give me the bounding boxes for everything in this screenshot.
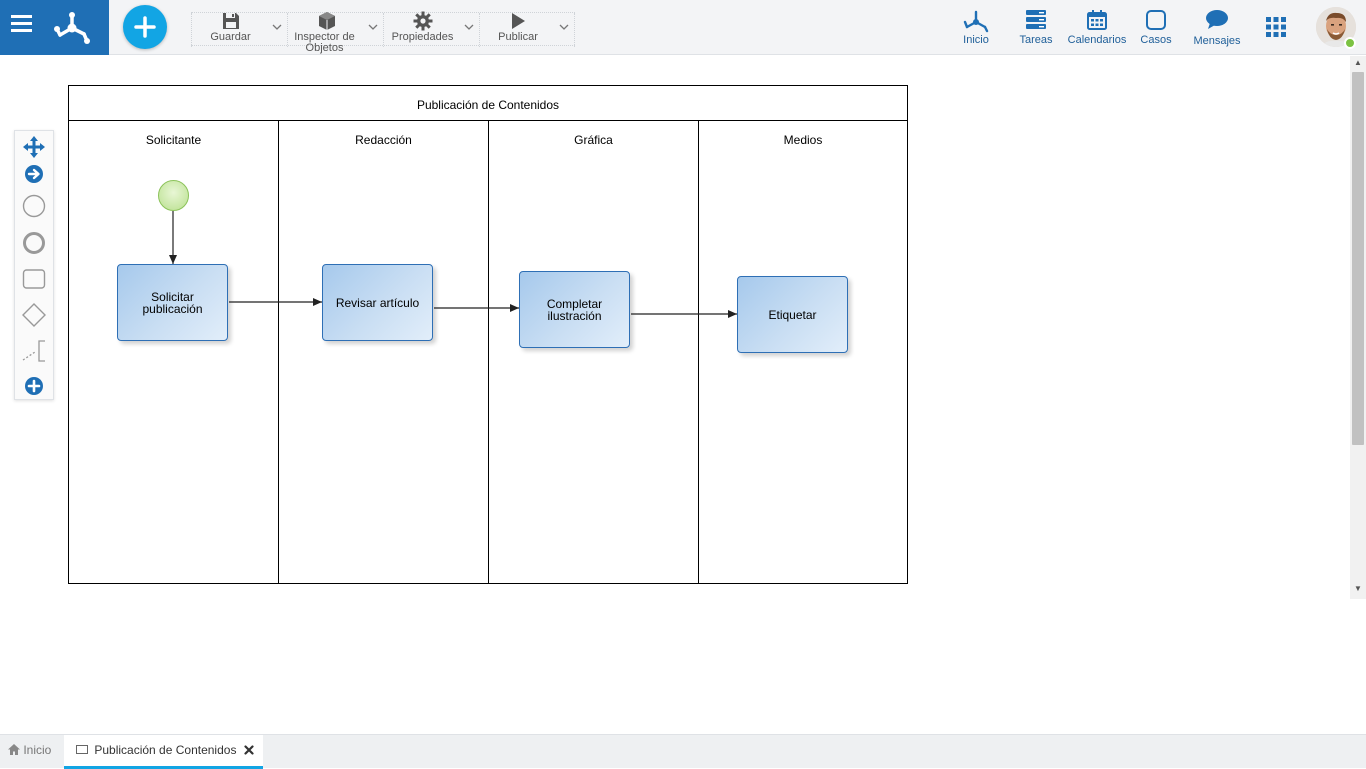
start-event-icon[interactable] <box>21 193 47 219</box>
nav-cases[interactable]: Casos <box>1136 0 1176 55</box>
chevron-down-icon[interactable] <box>559 23 569 31</box>
lane-title: Gráfica <box>574 133 613 147</box>
cases-icon <box>1136 9 1176 31</box>
lane-redaccion[interactable]: Redacción <box>278 120 489 584</box>
annotation-icon[interactable] <box>21 338 47 364</box>
gear-icon <box>384 11 461 33</box>
nav-calendars-label: Calendarios <box>1067 34 1127 46</box>
task-revisar-articulo[interactable]: Revisar artículo <box>322 264 433 341</box>
tab-home[interactable]: Inicio <box>0 735 64 769</box>
inspector-label: Inspector de Objetos <box>294 31 355 54</box>
cube-icon <box>288 11 365 33</box>
publish-label: Publicar <box>498 31 538 43</box>
task-solicitar-publicacion[interactable]: Solicitar publicación <box>117 264 228 341</box>
task-icon[interactable] <box>21 266 47 292</box>
home-icon <box>8 744 20 755</box>
task-completar-ilustracion[interactable]: Completar ilustración <box>519 271 630 348</box>
play-icon <box>480 11 556 33</box>
nav-home[interactable]: Inicio <box>952 0 1000 55</box>
flow-arrow-icon[interactable] <box>21 161 47 187</box>
nav-tasks-label: Tareas <box>1019 34 1053 46</box>
top-bar: Guardar Inspector de Objetos Propiedades… <box>0 0 1366 55</box>
home-network-icon <box>952 9 1000 33</box>
more-icon[interactable] <box>21 373 47 399</box>
save-icon <box>192 11 269 33</box>
editor-toolbar: Guardar Inspector de Objetos Propiedades… <box>191 11 575 54</box>
scroll-down-arrow-icon[interactable]: ▼ <box>1350 584 1366 598</box>
start-event[interactable] <box>158 180 189 211</box>
online-status-indicator <box>1344 37 1356 49</box>
tab-document[interactable]: Publicación de Contenidos <box>64 735 263 769</box>
menu-icon[interactable] <box>11 15 33 39</box>
lane-grafica[interactable]: Gráfica <box>488 120 699 584</box>
tab-document-label: Publicación de Contenidos <box>94 743 237 757</box>
task-etiquetar[interactable]: Etiquetar <box>737 276 848 353</box>
lane-title: Solicitante <box>145 133 202 147</box>
tab-home-label: Inicio <box>23 743 52 757</box>
bottom-tab-bar: Inicio Publicación de Contenidos <box>0 734 1366 769</box>
brand-area <box>0 0 109 55</box>
nav-cases-label: Casos <box>1140 34 1172 46</box>
chat-bubble-icon <box>1190 9 1244 31</box>
calendar-icon <box>1066 9 1128 31</box>
plus-icon <box>134 16 156 38</box>
nav-home-label: Inicio <box>963 34 989 46</box>
nav-messages-label: Mensajes <box>1193 35 1241 47</box>
nav-messages[interactable]: Mensajes <box>1190 0 1244 55</box>
move-icon[interactable] <box>21 134 47 160</box>
close-icon[interactable] <box>244 745 254 755</box>
properties-button[interactable]: Propiedades <box>383 11 479 47</box>
logo-icon[interactable] <box>52 7 92 47</box>
scroll-up-arrow-icon[interactable]: ▲ <box>1350 58 1366 72</box>
save-label: Guardar <box>210 31 251 43</box>
chevron-down-icon[interactable] <box>272 23 282 31</box>
scrollbar-thumb[interactable] <box>1352 72 1364 445</box>
lane-title: Redacción <box>355 133 412 147</box>
save-button[interactable]: Guardar <box>191 13 287 47</box>
pool-title[interactable]: Publicación de Contenidos <box>68 85 908 120</box>
chevron-down-icon[interactable] <box>464 23 474 31</box>
nav-tasks[interactable]: Tareas <box>1013 0 1059 55</box>
add-button[interactable] <box>123 5 167 49</box>
publish-button[interactable]: Publicar <box>479 13 575 47</box>
vertical-scrollbar[interactable]: ▲ ▼ <box>1350 56 1366 599</box>
properties-label: Propiedades <box>391 31 454 43</box>
nav-calendars[interactable]: Calendarios <box>1066 0 1128 55</box>
apps-grid-icon[interactable] <box>1266 17 1286 37</box>
end-event-icon[interactable] <box>21 230 47 256</box>
tasks-icon <box>1013 9 1059 31</box>
lane-title: Medios <box>783 133 823 147</box>
chevron-down-icon[interactable] <box>368 23 378 31</box>
gateway-icon[interactable] <box>21 302 47 328</box>
document-icon <box>76 745 88 754</box>
object-inspector-button[interactable]: Inspector de Objetos <box>287 11 383 54</box>
shape-palette <box>14 130 54 400</box>
